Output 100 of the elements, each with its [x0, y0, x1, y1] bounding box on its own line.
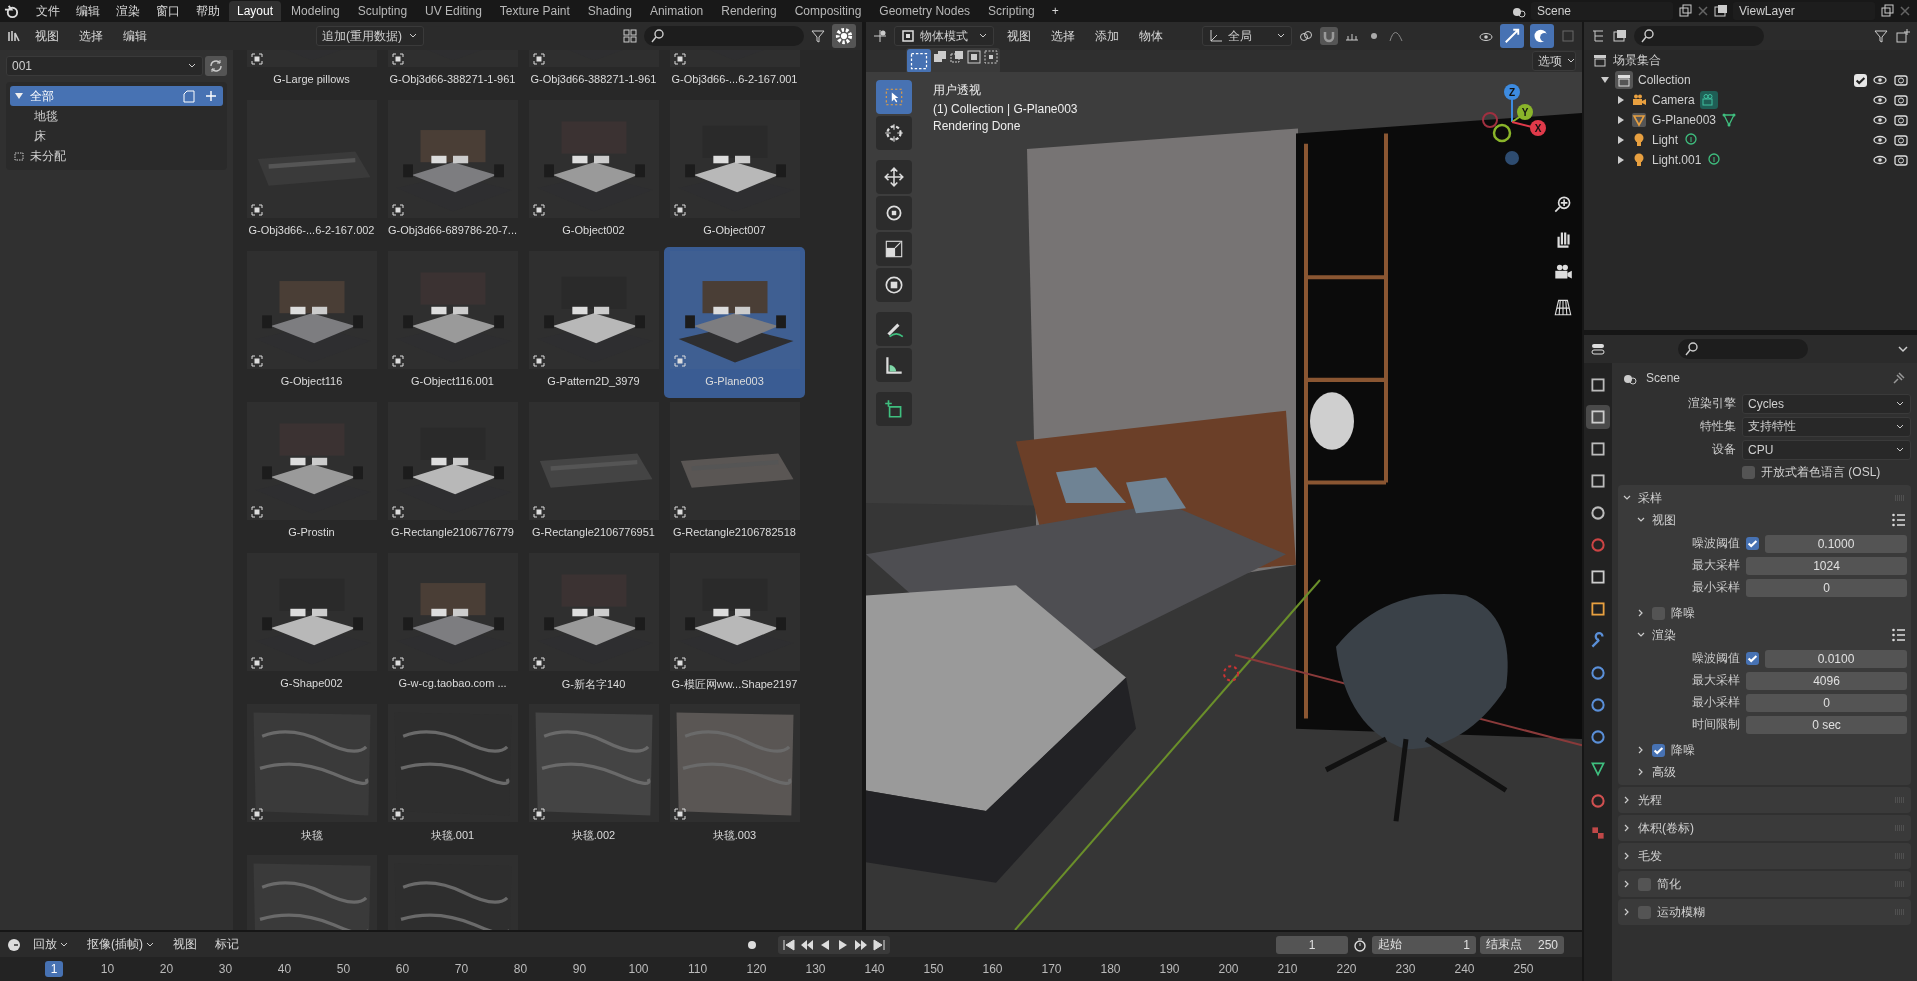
select-intersect-icon[interactable]: [983, 49, 999, 65]
menu-item[interactable]: 渲染: [109, 1, 147, 21]
asset-name[interactable]: 块毯: [300, 828, 323, 843]
asset-name[interactable]: G-Obj3d66-...6-2-167.001: [671, 73, 798, 85]
menu-item[interactable]: 窗口: [149, 1, 187, 21]
subpanel-title[interactable]: 降噪: [1671, 741, 1695, 759]
options-dropdown[interactable]: 选项: [1532, 51, 1576, 71]
workspace-tab[interactable]: UV Editing: [417, 1, 490, 21]
asset-browser-icon[interactable]: [6, 28, 22, 44]
checkbox[interactable]: [1742, 466, 1755, 479]
asset-name[interactable]: G-Object002: [562, 224, 625, 236]
number-field[interactable]: 1024: [1746, 556, 1907, 575]
render-camera-icon[interactable]: [1893, 132, 1909, 148]
outliner-item[interactable]: Camera: [1652, 93, 1695, 107]
menu-item[interactable]: 视图: [1000, 26, 1038, 46]
workspace-tab[interactable]: Animation: [641, 1, 712, 21]
render-camera-icon[interactable]: [1893, 72, 1909, 88]
filter-icon[interactable]: [810, 28, 826, 44]
menu-item[interactable]: 文件: [29, 1, 67, 21]
vertex-triangle-icon[interactable]: [1721, 112, 1738, 128]
subpanel-title[interactable]: 渲染: [1652, 626, 1676, 644]
checkbox[interactable]: [1746, 537, 1759, 550]
new-catalog-icon[interactable]: [181, 88, 197, 104]
workspace-tab[interactable]: Geometry Nodes: [871, 1, 979, 21]
asset-name[interactable]: 块毯.001: [430, 828, 475, 843]
asset-name[interactable]: G-Large pillows: [273, 73, 350, 85]
checkbox[interactable]: [1638, 877, 1651, 891]
expand-arrow-icon[interactable]: [1616, 115, 1626, 125]
panel-title[interactable]: 简化: [1657, 875, 1681, 893]
asset-name[interactable]: G-Rectangle2106776951: [532, 526, 655, 538]
jump-end-icon[interactable]: [871, 936, 887, 953]
checkbox[interactable]: [1746, 652, 1759, 665]
checkbox[interactable]: [1638, 905, 1651, 919]
workspace-tab[interactable]: Scripting: [980, 1, 1043, 21]
stopwatch-icon[interactable]: [1352, 936, 1368, 953]
search-field[interactable]: [644, 26, 804, 46]
expand-arrow-icon[interactable]: [14, 91, 24, 101]
menu-item[interactable]: 回放: [26, 934, 76, 955]
link-icon[interactable]: [1298, 28, 1314, 44]
subpanel-title[interactable]: 降噪: [1671, 604, 1695, 622]
asset-name[interactable]: G-Obj3d66-689786-20-7...: [388, 224, 517, 236]
property-dropdown[interactable]: Cycles: [1742, 393, 1911, 414]
checkbox-label[interactable]: 开放式着色语言 (OSL): [1761, 464, 1881, 481]
pin-icon[interactable]: [1891, 370, 1907, 386]
asset-name[interactable]: G-新名字140: [561, 677, 626, 692]
camera-data-icon[interactable]: [1699, 91, 1718, 109]
number-field[interactable]: 0.0100: [1765, 649, 1907, 668]
outliner-editor-icon[interactable]: [1590, 28, 1606, 44]
expand-arrow-icon[interactable]: [1616, 95, 1626, 105]
asset-name[interactable]: G-Obj3d66-388271-1-961: [530, 73, 657, 85]
catalog-item[interactable]: 床: [10, 126, 223, 146]
menu-item[interactable]: 添加: [1088, 26, 1126, 46]
transform-tool[interactable]: [876, 268, 912, 302]
magnet-icon[interactable]: [1320, 27, 1338, 45]
navigation-gizmo[interactable]: Z Y X: [1472, 78, 1552, 178]
rotate-tool[interactable]: [876, 196, 912, 230]
list-icon[interactable]: [1891, 512, 1907, 528]
select-invert-icon[interactable]: [966, 49, 982, 65]
asset-name[interactable]: G-Obj3d66-388271-1-961: [389, 73, 516, 85]
select-subtract-icon[interactable]: [949, 49, 965, 65]
search-field[interactable]: [1634, 26, 1764, 46]
exclude-checkbox[interactable]: [1854, 73, 1867, 87]
outliner-item[interactable]: Light.001: [1652, 153, 1702, 167]
number-field[interactable]: 0 sec: [1746, 715, 1907, 734]
image-stack-icon[interactable]: [1713, 3, 1729, 19]
clock-editor-icon[interactable]: [6, 936, 22, 953]
menu-item[interactable]: 选择: [72, 26, 110, 46]
workspace-tab[interactable]: Sculpting: [349, 1, 416, 21]
number-field[interactable]: 4096: [1746, 671, 1907, 690]
outliner-item[interactable]: Collection: [1638, 73, 1691, 87]
property-dropdown[interactable]: CPU: [1742, 439, 1911, 460]
add-workspace-button[interactable]: +: [1044, 1, 1066, 21]
asset-tile[interactable]: G-Plane003: [664, 247, 805, 398]
frame-number[interactable]: 1: [44, 961, 64, 977]
outliner-item[interactable]: Light: [1652, 133, 1679, 147]
add-icon[interactable]: [203, 88, 219, 104]
select-extend-icon[interactable]: [932, 49, 948, 65]
render-camera-icon[interactable]: [1893, 92, 1909, 108]
outliner-item[interactable]: G-Plane003: [1652, 113, 1717, 127]
menu-item[interactable]: 视图: [166, 934, 204, 955]
panel-title[interactable]: 光程: [1638, 791, 1662, 809]
gizmo-toggle-icon[interactable]: [1500, 24, 1524, 48]
asset-name[interactable]: G-w-cg.taobao.com ...: [398, 677, 507, 689]
menu-item[interactable]: 编辑: [69, 1, 107, 21]
logo-icon[interactable]: [4, 3, 19, 19]
cursor-tool[interactable]: [876, 116, 912, 150]
workspace-tab[interactable]: Modeling: [283, 1, 348, 21]
select-new-icon[interactable]: [907, 49, 931, 73]
menu-item[interactable]: 帮助: [189, 1, 227, 21]
expand-arrow-icon[interactable]: [1616, 155, 1626, 165]
subpanel-title[interactable]: 高级: [1652, 763, 1676, 781]
workspace-tab[interactable]: Layout: [229, 1, 282, 21]
new-collection-icon[interactable]: [1895, 28, 1911, 44]
subpanel-title[interactable]: 视图: [1652, 511, 1676, 529]
menu-item[interactable]: 抠像(插帧): [80, 934, 162, 955]
menu-item[interactable]: 标记: [208, 934, 246, 955]
render-camera-icon[interactable]: [1893, 152, 1909, 168]
search-field[interactable]: [1678, 339, 1808, 359]
panel-title[interactable]: 运动模糊: [1657, 903, 1705, 921]
library-dropdown[interactable]: 001: [6, 56, 203, 76]
